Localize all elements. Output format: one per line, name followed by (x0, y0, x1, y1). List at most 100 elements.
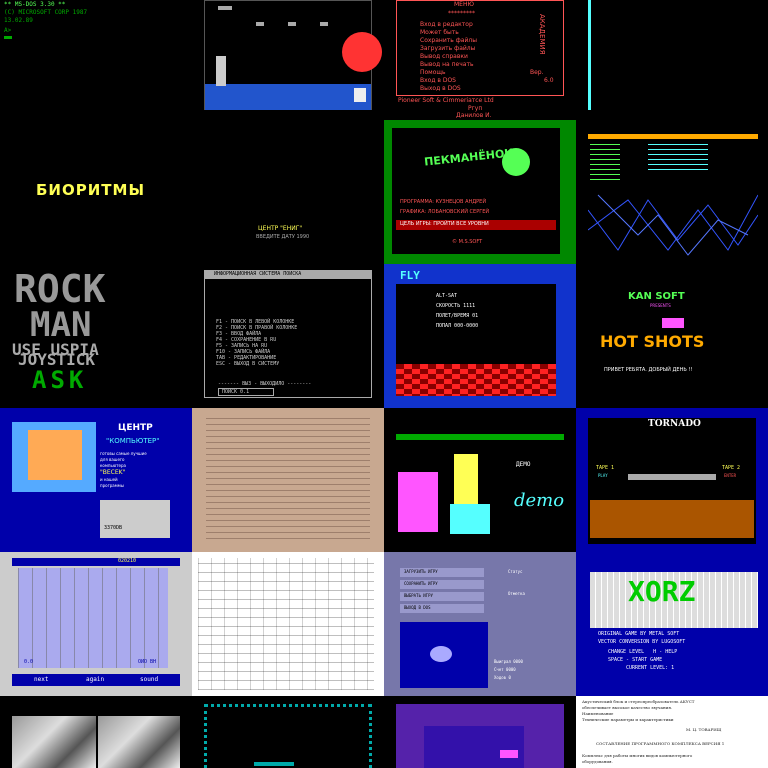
tile-purple-screen (384, 696, 576, 768)
tornado-title: TORNADO (648, 419, 701, 429)
tile-portrait (0, 696, 192, 768)
game-menu-btn-3[interactable]: ВЫБРАТЬ ИГРУ (404, 594, 433, 598)
doc-line-5: СОСТАВЛЕНИЕ ПРОГРАММНОГО КОМПЛЕКСА ВЕРСИ… (596, 741, 725, 746)
tile-rockman: ROCK MAN USE USPIA JOYSTICK ASK (0, 264, 192, 408)
info-status: ПОИСК 0.1 (222, 389, 250, 395)
tile-computer-center: ЦЕНТР "КОМПЬЮТЕР" готовы самые лучшие дл… (0, 408, 192, 552)
center-credit-1: ЦЕНТР "ЕНИГ" (258, 225, 303, 232)
menu-item-7[interactable]: Вход в DOS (420, 78, 456, 84)
dos-line-3: 13.02.89 (4, 17, 33, 24)
menu-side-text: АКАДЕМИЯ (538, 14, 546, 55)
fly-line-1: СКОРОСТЬ 1111 (436, 303, 476, 309)
game-menu-btn-1[interactable]: ЗАГРУЗИТЬ ИГРУ (404, 570, 438, 574)
xorz-line-1: ORIGINAL GAME BY METAL SOFT (598, 631, 680, 637)
tile-pacman-title: ПЕКМАНЁНОК ПРОГРАММА: КУЗНЕЦОВ АНДРЕЙ ГР… (384, 120, 576, 264)
tornado-p2: ТАРЕ 2 (722, 465, 741, 471)
menu-item-8[interactable]: Выход в DOS (420, 86, 461, 92)
tornado-p2s: ENTER (724, 473, 737, 478)
center-subtitle: "КОМПЬЮТЕР" (106, 437, 160, 445)
demo-script: demo (514, 490, 565, 511)
demo-letter-a (398, 472, 438, 532)
xorz-title: XORZ (628, 575, 696, 608)
game-menu-stat-1: Выиграл 0000 (494, 659, 523, 664)
biorhythms-title: БИОРИТМЫ (36, 181, 145, 199)
tile-document-text: Акустический блок и стереопреобразовател… (576, 696, 768, 768)
player-ship-icon (354, 88, 366, 102)
puzzle-next-button[interactable]: next (34, 677, 48, 683)
tile-teal-frame (192, 696, 384, 768)
game-menu-btn-4[interactable]: ВЫХОД В DOS (404, 606, 431, 610)
doc-line-0: Акустический блок и стереопреобразовател… (582, 699, 695, 704)
menu-footer-3: Данилов И. (456, 112, 492, 119)
screenshot-grid: ** MS-DOS 3.30 ** (C) MICROSOFT CORP 198… (0, 0, 768, 768)
tile-info-system: ИНФОРМАЦИОННАЯ СИСТЕМА ПОИСКА F1 - ПОИСК… (192, 264, 384, 408)
game-menu-stat-3: Ходов 0 (494, 675, 511, 680)
menu-item-3[interactable]: Загрузить файлы (420, 46, 475, 52)
tornado-ground (590, 500, 754, 538)
ufo-icon-2 (256, 22, 264, 26)
game-menu-label-2: Отметка (508, 591, 525, 596)
red-planet (342, 32, 382, 72)
menu-item-2[interactable]: Сохранить файлы (420, 38, 477, 44)
tile-blank-strip (576, 0, 768, 120)
center-body-2: компьютера (100, 463, 127, 468)
portrait-right (98, 716, 180, 768)
hot-shots-title: HOT SHOTS (600, 332, 705, 351)
menu-header: МЕНЮ (454, 1, 474, 8)
info-footer: ------- ВЫЗ - ВЫХОДИЛО -------- (218, 381, 312, 387)
menu-item-4[interactable]: Вывод справки (420, 54, 468, 60)
hot-shots-emblem (662, 318, 684, 328)
menu-footer-1: Pioneer Soft & Cimmeriaтce Ltd (398, 97, 494, 104)
puzzle-again-button[interactable]: again (86, 677, 104, 683)
center-card (100, 500, 170, 538)
tornado-p1: ТАРЕ 1 (596, 465, 615, 471)
tile-dos-prompt: ** MS-DOS 3.30 ** (C) MICROSOFT CORP 198… (0, 0, 192, 120)
fly-logo: FLY (400, 269, 420, 282)
pacman-credit-2: ГРАФИКА: ЛОБАНОВСКИЙ СЕРГЕЙ (400, 209, 490, 215)
hot-shots-greeting: ПРИВЕТ РЕБЯТА. ДОБРЫЙ ДЕНЬ !! (604, 367, 693, 373)
game-menu-ball (430, 646, 452, 662)
shooter-ground (205, 84, 371, 110)
center-body-1: для вашего (100, 457, 125, 462)
wireframe-list (590, 144, 620, 184)
menu-divider: ********* (448, 10, 475, 17)
hot-shots-presents: PRESENTS (650, 303, 671, 308)
tile-shooter-game (192, 0, 384, 120)
center-body-0: готовы самые лучшие (100, 451, 147, 456)
doc-line-3: Технические параметры и характеристики (582, 717, 674, 722)
ufo-icon-4 (320, 22, 328, 26)
info-menu-7[interactable]: ESC - ВЫХОД В СИСТЕМУ (216, 362, 279, 367)
tile-center-credit: ЦЕНТР "ЕНИГ" ВВЕДИТЕ ДАТУ 1990 (192, 120, 384, 264)
menu-item-6[interactable]: Помощь (420, 70, 446, 76)
rocket-icon (216, 56, 226, 86)
wireframe-bar (588, 134, 758, 139)
teal-frame-border (204, 704, 372, 768)
center-title: ЦЕНТР (118, 423, 153, 433)
fly-line-2: ПОЛЕТ/ВРЕМЯ 01 (436, 313, 479, 319)
puzzle-left: 0.0 (24, 659, 34, 665)
tile-biorhythms: БИОРИТМЫ (0, 120, 192, 264)
xorz-line-4: SPACE - START GAME (608, 657, 663, 663)
hot-shots-brand: KAN SOFT (628, 291, 685, 302)
tornado-p1s: PLAY (598, 473, 608, 478)
dos-line-4: A> (4, 27, 12, 34)
menu-item-0[interactable]: Вход в редактор (420, 22, 473, 28)
circuit-traces (198, 558, 374, 690)
demo-header: ДЕМО (516, 461, 531, 468)
pacman-icon (502, 148, 530, 176)
puzzle-sound-button[interactable]: sound (140, 677, 158, 683)
menu-item-1[interactable]: Может быть (420, 30, 459, 36)
book-pages (28, 430, 82, 480)
xorz-level: CURRENT LEVEL: 1 (626, 665, 675, 671)
dos-cursor (4, 36, 12, 39)
rockman-line-1: ROCK (14, 267, 106, 311)
ufo-icon-3 (288, 22, 296, 26)
pacman-inner (392, 128, 560, 254)
menu-item-5[interactable]: Вывод на печать (420, 62, 474, 68)
game-menu-label-1: Статус (508, 569, 523, 574)
tile-hot-shots: KAN SOFT PRESENTS HOT SHOTS ПРИВЕТ РЕБЯТ… (576, 264, 768, 408)
puzzle-score: 020210 (118, 558, 137, 564)
rockman-line-5: ASK (32, 366, 88, 394)
game-menu-btn-2[interactable]: СОХРАНИТЬ ИГРУ (404, 582, 438, 586)
center-body-3: "BECEK" (100, 469, 126, 476)
